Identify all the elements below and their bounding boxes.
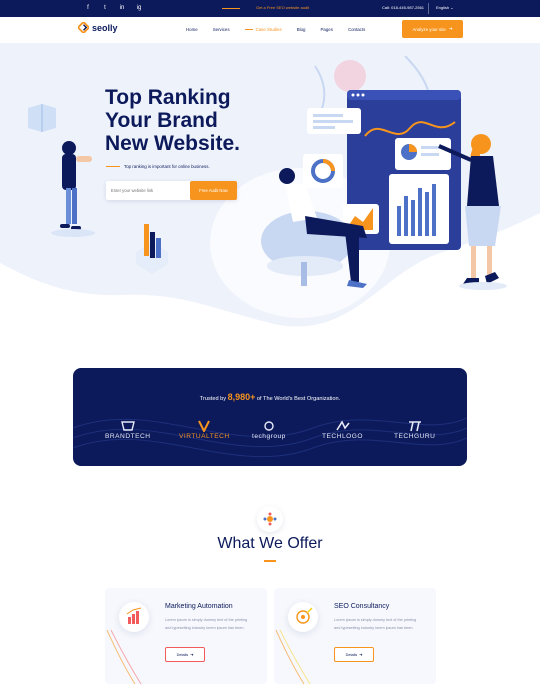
nav-item-pages[interactable]: Pages — [320, 27, 332, 32]
service-card-seo-consultancy: SEO Consultancy Lorem ipsum is simply du… — [274, 588, 436, 684]
band-wave-decoration — [73, 417, 467, 458]
analyze-site-button[interactable]: Analyze your site ➜ — [402, 20, 463, 38]
instagram-icon[interactable]: ig — [135, 4, 143, 12]
promo-link[interactable]: Get a Free SEO website audit — [256, 5, 309, 10]
social-links: f t in ig — [84, 4, 143, 12]
offer-section-title: What We Offer — [217, 535, 323, 552]
hero-title-line: Top Ranking — [105, 86, 231, 109]
brand-techlogo: TECHLOGO — [322, 420, 363, 440]
seo-target-icon — [288, 602, 318, 632]
card-title: SEO Consultancy — [334, 603, 390, 610]
brand-name: BRANDTECH — [105, 433, 151, 440]
hero-title: Top Ranking Your Brand New Website. — [105, 86, 275, 155]
trusted-prefix: Trusted by — [199, 396, 227, 402]
topbar-divider — [428, 3, 429, 14]
trusted-headline: Trusted by 8,980+ of The World's Best Or… — [73, 392, 467, 402]
website-link-input[interactable] — [111, 188, 181, 193]
card-description: Lorem ipsum is simply dummy text of the … — [334, 618, 417, 630]
hero-subtitle-text: Top ranking is important for online busi… — [124, 164, 210, 169]
brand-name: TECHLOGO — [322, 433, 364, 440]
hero-subtitle: Top ranking is important for online busi… — [106, 164, 210, 169]
brand-techgroup: techgroup — [252, 420, 286, 440]
nav-item-case-studies[interactable]: Case Studies — [245, 27, 282, 32]
audit-form: Free Audit Now — [106, 181, 237, 200]
nav-item-contacts[interactable]: Contacts — [348, 27, 365, 32]
logo-mark-icon — [78, 22, 89, 33]
card-description: Lorem ipsum is simply dummy text of the … — [165, 618, 248, 630]
nav-menu: Home Services Case Studies Blog Pages Co… — [186, 27, 365, 32]
hero-title-line: New Website. — [105, 132, 240, 155]
trusted-suffix: of The World's Best Organization. — [256, 396, 341, 402]
brand-name: techgroup — [252, 433, 286, 440]
virtualtech-logo-icon — [198, 420, 211, 432]
phone-number[interactable]: Call: 018-445-987-2561 — [382, 5, 424, 10]
nav-item-services[interactable]: Services — [213, 27, 230, 32]
subtitle-accent-line — [106, 166, 120, 167]
details-label: Details — [345, 652, 358, 657]
brandtech-logo-icon — [120, 421, 135, 431]
brand-name: VIRTUALTECH — [179, 433, 230, 440]
card-title: Marketing Automation — [165, 603, 233, 610]
card-swirl-decoration — [106, 629, 142, 684]
main-nav: seolly Home Services Case Studies Blog P… — [0, 17, 540, 43]
hero-title-line: Your Brand — [105, 109, 218, 132]
language-label: English — [436, 5, 450, 10]
trusted-band: Trusted by 8,980+ of The World's Best Or… — [73, 368, 467, 466]
chart-growth-icon — [119, 602, 149, 632]
service-card-marketing-automation: Marketing Automation Lorem ipsum is simp… — [105, 588, 267, 684]
hero-dashboard-illustration — [261, 56, 507, 290]
techgroup-logo-icon — [264, 421, 274, 431]
sparkle-icon — [263, 512, 277, 526]
top-bar: f t in ig Get a Free SEO website audit C… — [0, 0, 540, 17]
details-button[interactable]: Details ➜ — [165, 647, 205, 662]
chevron-down-icon: ⌄ — [450, 5, 454, 10]
facebook-icon[interactable]: f — [84, 4, 92, 12]
brand-virtualtech: VIRTUALTECH — [179, 420, 230, 440]
nav-item-blog[interactable]: Blog — [297, 27, 306, 32]
logo-text: seolly — [92, 22, 118, 33]
brand-brandtech: BRANDTECH — [105, 420, 151, 440]
arrow-right-icon: ➜ — [359, 653, 363, 657]
language-select[interactable]: English ⌄ — [436, 5, 454, 10]
free-audit-button[interactable]: Free Audit Now — [190, 181, 237, 200]
analyze-site-label: Analyze your site — [412, 26, 446, 32]
techguru-logo-icon — [408, 421, 421, 432]
offer-title-underline — [264, 560, 276, 562]
arrow-right-icon: ➜ — [190, 653, 194, 657]
offer-section-icon — [257, 506, 283, 532]
brand-name: TECHGURU — [394, 433, 436, 440]
trusted-count: 8,980+ — [227, 392, 256, 402]
brand-techguru: TECHGURU — [394, 420, 435, 440]
arrow-right-icon: ➜ — [448, 26, 453, 31]
details-label: Details — [176, 652, 189, 657]
linkedin-icon[interactable]: in — [118, 4, 126, 12]
twitter-icon[interactable]: t — [101, 4, 109, 12]
promo-line — [222, 8, 240, 9]
nav-item-home[interactable]: Home — [186, 27, 198, 32]
card-swirl-decoration — [275, 629, 311, 684]
logo[interactable]: seolly — [78, 22, 118, 33]
techlogo-logo-icon — [335, 420, 350, 431]
details-button[interactable]: Details ➜ — [334, 647, 374, 662]
